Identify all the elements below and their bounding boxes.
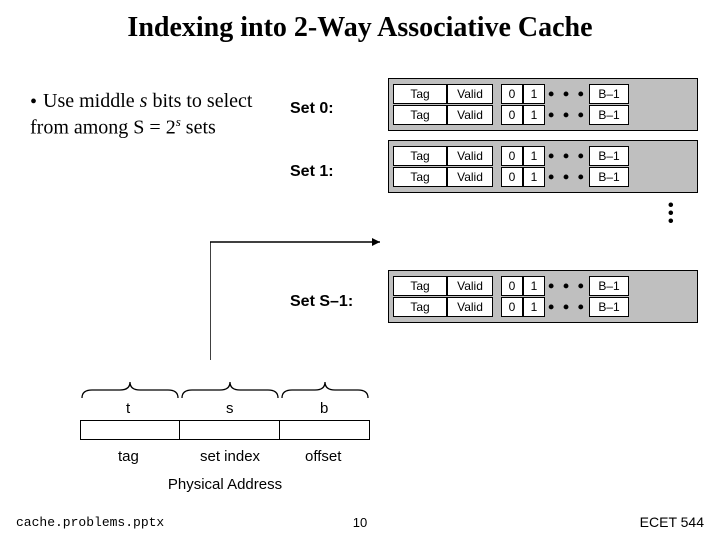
footer-page-number: 10: [0, 515, 720, 530]
braces-icon: [80, 378, 370, 400]
footer-course: ECET 544: [640, 514, 704, 530]
ellipsis-icon: • • •: [545, 84, 589, 104]
vertical-dots-icon: •••: [668, 202, 674, 226]
ellipsis-icon: • • •: [545, 297, 589, 317]
slide-title: Indexing into 2-Way Associative Cache: [0, 0, 720, 44]
ellipsis-icon: • • •: [545, 146, 589, 166]
ellipsis-icon: • • •: [545, 105, 589, 125]
set-0: TagValid01• • •B–1 TagValid01• • •B–1: [388, 78, 698, 131]
ellipsis-icon: • • •: [545, 167, 589, 187]
cache-line: TagValid01• • •B–1: [393, 105, 693, 125]
physical-address-label: Physical Address: [80, 476, 370, 493]
cache-line: TagValid01• • •B–1: [393, 84, 693, 104]
cache-line: TagValid01• • •B–1: [393, 167, 693, 187]
set-1: TagValid01• • •B–1 TagValid01• • •B–1: [388, 140, 698, 193]
offset-segment: [280, 420, 370, 440]
arrow-icon: [210, 212, 390, 362]
set-label-0: Set 0:: [290, 100, 334, 118]
cache-line: TagValid01• • •B–1: [393, 297, 693, 317]
set-sm1: TagValid01• • •B–1 TagValid01• • •B–1: [388, 270, 698, 323]
bullet-text: •Use middle s bits to select from among …: [30, 90, 280, 140]
cache-line: TagValid01• • •B–1: [393, 276, 693, 296]
set-label-1: Set 1:: [290, 163, 334, 181]
index-segment: [180, 420, 280, 440]
tag-segment: [80, 420, 180, 440]
address-box: [80, 420, 370, 440]
cache-line: TagValid01• • •B–1: [393, 146, 693, 166]
ellipsis-icon: • • •: [545, 276, 589, 296]
